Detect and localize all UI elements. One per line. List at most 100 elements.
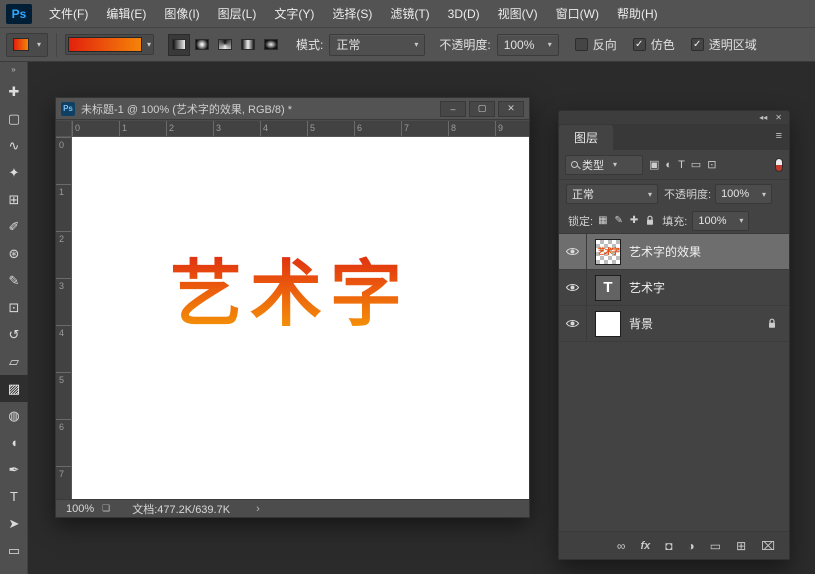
layer-row-text[interactable]: T 艺术字 [559, 270, 789, 306]
menu-item-4[interactable]: 文字(Y) [265, 0, 323, 28]
gradient-sample[interactable] [68, 37, 142, 52]
layer-name[interactable]: 艺术字的效果 [629, 243, 701, 260]
healing-brush-tool[interactable]: ⊛ [0, 240, 28, 267]
opacity-select[interactable]: 100% ▾ [497, 34, 559, 56]
lock-position-icon[interactable]: ✚ [630, 215, 638, 226]
add-layer-mask-icon[interactable]: ◘ [665, 539, 672, 553]
menu-item-1[interactable]: 编辑(E) [97, 0, 155, 28]
menu-item-7[interactable]: 3D(D) [439, 0, 489, 28]
transparency-checkbox[interactable]: ✓透明区域 [691, 36, 757, 53]
panel-opacity-select[interactable]: 100% ▾ [715, 184, 772, 204]
menu-item-2[interactable]: 图像(I) [155, 0, 208, 28]
blend-mode-select[interactable]: 正常 ▾ [329, 34, 425, 56]
adjustment-layer-icon[interactable]: ◑ [688, 539, 695, 553]
layer-filter-toggle[interactable] [775, 158, 783, 172]
diamond-gradient-button[interactable] [260, 34, 282, 56]
marquee-tool[interactable]: ▢ [0, 105, 28, 132]
reverse-checkbox[interactable]: 反向 [575, 36, 617, 53]
gradient-tool[interactable]: ▨ [0, 375, 28, 402]
tool-preset-picker[interactable]: ▾ [6, 33, 48, 57]
dither-checkbox[interactable]: ✓仿色 [633, 36, 675, 53]
eyedropper-tool[interactable]: ✐ [0, 213, 28, 240]
crop-tool[interactable]: ⊞ [0, 186, 28, 213]
eraser-tool[interactable]: ▱ [0, 348, 28, 375]
shape-tool[interactable]: ▭ [0, 537, 28, 564]
layers-panel-toolbar: ∞ fx ◘ ◑ ▭ ⊞ ⌧ [559, 531, 789, 559]
filter-type-layers-icon[interactable]: T [678, 159, 685, 171]
fill-select[interactable]: 100% ▾ [692, 211, 749, 231]
blur-tool[interactable]: ◍ [0, 402, 28, 429]
dodge-tool[interactable]: ◖ [0, 429, 28, 456]
layer-name[interactable]: 背景 [629, 315, 653, 332]
angle-gradient-button[interactable] [214, 34, 236, 56]
close-panel-icon[interactable]: ✕ [775, 111, 782, 124]
chevron-down-icon[interactable]: ▾ [147, 40, 151, 49]
filter-kind-select[interactable]: 类型 ▾ [565, 155, 643, 175]
filter-adjustment-layers-icon[interactable]: ◐ [665, 159, 672, 171]
filter-pixel-layers-icon[interactable]: ▣ [649, 158, 659, 171]
radial-gradient-button[interactable] [191, 34, 213, 56]
background-layer-thumbnail[interactable] [595, 311, 621, 337]
maximize-button[interactable]: ▢ [469, 101, 495, 117]
close-button[interactable]: ✕ [498, 101, 524, 117]
text-layer-thumbnail[interactable]: T [595, 275, 621, 301]
canvas[interactable]: 艺术字 [72, 137, 529, 499]
layer-row-background[interactable]: 背景 [559, 306, 789, 342]
panel-opacity-value: 100% [721, 188, 749, 200]
reverse-checkbox-box[interactable] [575, 38, 588, 51]
lock-image-pixels-icon[interactable]: ✎ [615, 215, 623, 226]
history-brush-tool[interactable]: ↺ [0, 321, 28, 348]
pen-tool[interactable]: ✒ [0, 456, 28, 483]
layer-style-icon[interactable]: fx [640, 540, 650, 552]
layer-thumbnail[interactable]: 艺术字 [595, 239, 621, 265]
zoom-level[interactable]: 100% [66, 503, 94, 515]
menu-item-0[interactable]: 文件(F) [40, 0, 97, 28]
new-layer-icon[interactable]: ⊞ [736, 539, 746, 553]
chevron-down-icon: ▾ [414, 40, 418, 49]
filter-smart-object-icon[interactable]: ⊡ [707, 158, 716, 171]
v-ruler-number: 5 [59, 375, 64, 385]
clone-stamp-tool[interactable]: ⊡ [0, 294, 28, 321]
document-title-bar[interactable]: Ps 未标题-1 @ 100% (艺术字的效果, RGB/8) * – ▢ ✕ [56, 98, 529, 120]
collapse-toolbar-icon[interactable]: » [0, 62, 27, 78]
gradient-picker[interactable]: ▾ [65, 34, 154, 55]
panel-menu-icon[interactable]: ≡ [776, 130, 782, 142]
filter-shape-layers-icon[interactable]: ▭ [691, 158, 701, 171]
lock-transparent-pixels-icon[interactable]: ▦ [598, 215, 607, 226]
canvas-art-text[interactable]: 艺术字 [170, 255, 410, 335]
menu-item-5[interactable]: 选择(S) [323, 0, 381, 28]
lasso-tool[interactable]: ∿ [0, 132, 28, 159]
menu-item-8[interactable]: 视图(V) [489, 0, 547, 28]
type-tool[interactable]: T [0, 483, 28, 510]
move-tool[interactable]: ✚ [0, 78, 28, 105]
menu-item-10[interactable]: 帮助(H) [608, 0, 667, 28]
horizontal-ruler: 0123456789 [72, 121, 529, 137]
filter-icon-buttons: ▣ ◐ T ▭ ⊡ [649, 158, 716, 171]
visibility-toggle[interactable] [559, 270, 587, 305]
menu-item-3[interactable]: 图层(L) [209, 0, 266, 28]
menu-item-9[interactable]: 窗口(W) [547, 0, 608, 28]
reflected-gradient-button[interactable] [237, 34, 259, 56]
minimize-button[interactable]: – [440, 101, 466, 117]
dither-checkbox-box[interactable]: ✓ [633, 38, 646, 51]
visibility-toggle[interactable] [559, 234, 587, 269]
search-icon [571, 161, 578, 168]
delete-layer-icon[interactable]: ⌧ [761, 539, 775, 553]
visibility-toggle[interactable] [559, 306, 587, 341]
panel-blend-mode-select[interactable]: 正常 ▾ [566, 184, 658, 204]
new-group-icon[interactable]: ▭ [710, 539, 721, 553]
layer-name[interactable]: 艺术字 [629, 279, 665, 296]
lock-all-icon[interactable] [645, 215, 655, 226]
tab-layers[interactable]: 图层 [559, 125, 613, 150]
menu-item-6[interactable]: 滤镜(T) [381, 0, 438, 28]
layer-row-effects[interactable]: 艺术字 艺术字的效果 [559, 234, 789, 270]
linear-gradient-button[interactable] [168, 34, 190, 56]
status-menu-chevron[interactable]: › [256, 503, 260, 515]
collapse-panels-icon[interactable]: ◂◂ [759, 111, 767, 124]
quick-selection-tool[interactable]: ✦ [0, 159, 28, 186]
path-selection-tool[interactable]: ➤ [0, 510, 28, 537]
transparency-checkbox-box[interactable]: ✓ [691, 38, 704, 51]
link-layers-icon[interactable]: ∞ [617, 539, 626, 553]
gradient-style-buttons [168, 34, 282, 56]
brush-tool[interactable]: ✎ [0, 267, 28, 294]
